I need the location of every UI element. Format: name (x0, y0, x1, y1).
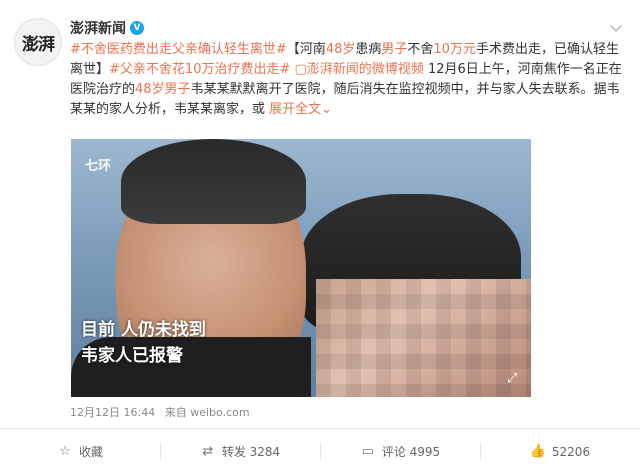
comment-icon: ▭ (361, 444, 374, 459)
expand-video-icon[interactable]: ⤢ (507, 371, 523, 387)
video-thumbnail[interactable]: 七环 目前 人仍未找到 韦家人已报警 ⤢ (71, 139, 531, 397)
action-bar: ☆ 收藏 ⇄ 转发 3284 ▭ 评论 4995 👍 52206 (0, 429, 640, 474)
hashtag-link[interactable]: #父亲不舍花 (109, 62, 185, 77)
video-caption-line-1: 目前 人仍未找到 (81, 320, 206, 340)
post-text-segment: 【河南 (286, 42, 326, 57)
video-link[interactable]: ▢澎湃新闻的微博视频 (295, 62, 424, 77)
star-icon: ☆ (59, 444, 71, 459)
highlight-text: 10万元 (433, 42, 476, 57)
person-left-hair (121, 139, 306, 224)
post-source[interactable]: 来自 weibo.com (165, 406, 250, 419)
post-text-segment: 患病 (355, 42, 382, 57)
comment-button[interactable]: ▭ 评论 4995 (320, 429, 480, 474)
video-caption: 目前 人仍未找到 韦家人已报警 (81, 317, 206, 369)
repost-label: 转发 3284 (221, 445, 281, 459)
expand-full-text-link[interactable]: 展开全文 (269, 102, 321, 117)
avatar[interactable]: 澎湃 (14, 18, 62, 66)
pixelated-face (316, 279, 531, 397)
favorite-button[interactable]: ☆ 收藏 (0, 429, 160, 474)
comment-label: 评论 4995 (381, 445, 441, 459)
hashtag-link[interactable]: #不舍医药费出走父亲确认轻生离世# (70, 42, 287, 57)
highlight-text: 48岁 (325, 42, 356, 57)
avatar-logo: 澎湃 (22, 34, 55, 55)
video-caption-line-2: 韦家人已报警 (81, 346, 183, 366)
video-channel-tag: 七环 (85, 159, 112, 174)
highlight-text: 10万 (184, 62, 215, 77)
highlight-text: 男子 (381, 42, 408, 57)
post-time[interactable]: 12月12日 16:44 (70, 406, 155, 419)
expand-chevron-icon[interactable]: ⌄ (321, 102, 332, 117)
thumbs-up-icon: 👍 (529, 444, 546, 459)
like-count: 52206 (551, 444, 591, 459)
hashtag-link[interactable]: 治疗费出走# (214, 62, 290, 77)
like-button[interactable]: 👍 52206 (480, 429, 640, 474)
favorite-label: 收藏 (78, 445, 103, 459)
repost-button[interactable]: ⇄ 转发 3284 (160, 429, 320, 474)
post-text: #不舍医药费出走父亲确认轻生离世#【河南48岁患病男子不舍10万元手术费出走，已… (70, 40, 626, 120)
verified-badge-icon: V (130, 21, 144, 35)
author-row: 澎湃新闻 V (70, 18, 144, 38)
author-name[interactable]: 澎湃新闻 (70, 18, 126, 38)
post-menu-chevron-icon[interactable] (610, 20, 622, 32)
post-text-segment: 不舍 (407, 42, 434, 57)
highlight-text: 48岁男子 (135, 82, 191, 97)
repost-icon: ⇄ (202, 444, 214, 459)
post-meta: 12月12日 16:44 来自 weibo.com (70, 404, 250, 420)
weibo-post-card: 澎湃 澎湃新闻 V #不舍医药费出走父亲确认轻生离世#【河南48岁患病男子不舍1… (0, 0, 640, 474)
